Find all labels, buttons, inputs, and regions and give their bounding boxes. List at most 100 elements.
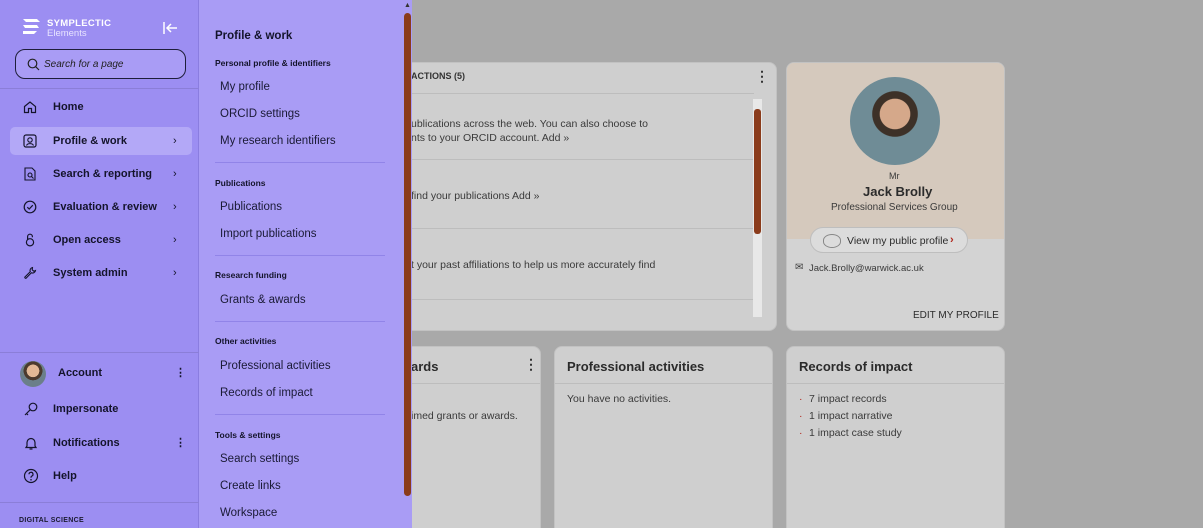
actions-header-divider [411, 93, 754, 94]
profile-icon [23, 134, 37, 148]
action-item-3[interactable]: t your past affiliations to help us more… [411, 259, 655, 271]
search-icon [27, 58, 40, 71]
grants-menu-button[interactable]: ⋮ [524, 356, 538, 373]
chevron-right-icon: › [950, 234, 954, 246]
impact-item[interactable]: 7 impact records [809, 393, 887, 405]
mail-icon: ✉ [795, 262, 804, 273]
flyout-link-professional-activities[interactable]: Professional activities [220, 360, 331, 372]
impact-bullet: · [799, 393, 803, 405]
actions-scrollbar[interactable] [753, 99, 762, 317]
flyout-link-create-links[interactable]: Create links [220, 480, 281, 492]
impact-item[interactable]: 1 impact narrative [809, 410, 892, 422]
records-of-impact-title: Records of impact [799, 359, 913, 374]
impact-bullet: · [799, 427, 803, 439]
flyout-link-my-research-identifiers[interactable]: My research identifiers [220, 135, 336, 147]
sidebar: SYMPLECTIC Elements Home Profile & work … [0, 0, 199, 528]
sidebar-item-open-access[interactable]: Open access › [10, 226, 192, 254]
avatar [20, 361, 46, 387]
check-circle-icon [23, 200, 37, 214]
sidebar-divider [0, 352, 199, 353]
edit-profile-link[interactable]: EDIT MY PROFILE [913, 310, 999, 321]
sidebar-divider [0, 502, 199, 503]
flyout-section-heading: Other activities [215, 336, 277, 346]
globe-icon [823, 234, 841, 248]
symplectic-logo-icon[interactable] [20, 17, 42, 37]
sidebar-item-label: Help [53, 470, 77, 482]
profile-card: Mr Jack Brolly Professional Services Gro… [786, 62, 1005, 331]
profile-name: Jack Brolly [863, 184, 933, 199]
bell-icon [24, 437, 38, 450]
home-icon [23, 101, 37, 114]
flyout-link-import-publications[interactable]: Import publications [220, 228, 317, 240]
flyout-link-grants-awards[interactable]: Grants & awards [220, 294, 306, 306]
flyout-link-records-of-impact[interactable]: Records of impact [220, 387, 313, 399]
help-icon [23, 468, 39, 484]
flyout-link-workspace[interactable]: Workspace [220, 507, 277, 519]
search-input[interactable] [44, 55, 179, 73]
flyout-section-heading: Personal profile & identifiers [215, 58, 331, 68]
flyout-section-heading: Tools & settings [215, 430, 281, 440]
profile-photo [850, 77, 940, 165]
impact-item[interactable]: 1 impact case study [809, 427, 902, 439]
profile-work-flyout: Profile & work Personal profile & identi… [199, 0, 402, 528]
wrench-icon [24, 266, 37, 279]
actions-menu-button[interactable]: ⋮ [755, 68, 769, 85]
flyout-divider [215, 162, 385, 163]
sidebar-item-label: Home [53, 101, 84, 113]
sidebar-item-label: Search & reporting [53, 168, 153, 180]
collapse-sidebar-icon[interactable] [162, 20, 178, 36]
sidebar-item-help[interactable]: Help [10, 462, 192, 490]
key-icon [24, 402, 38, 416]
sidebar-item-account[interactable]: Account ⋮ [10, 359, 192, 387]
sidebar-item-label: Account [58, 367, 102, 379]
notifications-menu-icon[interactable]: ⋮ [175, 436, 186, 449]
chevron-right-icon: › [173, 267, 177, 279]
action-divider [411, 228, 754, 229]
report-search-icon [24, 167, 36, 181]
logo-subtitle: Elements [47, 28, 87, 39]
flyout-divider [215, 414, 385, 415]
action-divider [411, 159, 754, 160]
impact-header-divider [787, 383, 1004, 384]
action-divider [411, 299, 754, 300]
flyout-link-orcid-settings[interactable]: ORCID settings [220, 108, 300, 120]
profile-email[interactable]: Jack.Brolly@warwick.ac.uk [809, 263, 924, 274]
flyout-section-heading: Publications [215, 178, 266, 188]
impact-bullet: · [799, 410, 803, 422]
sidebar-item-home[interactable]: Home [10, 93, 192, 121]
account-menu-icon[interactable]: ⋮ [175, 366, 186, 379]
sidebar-item-system-admin[interactable]: System admin › [10, 259, 192, 287]
professional-activities-card: Professional activities You have no acti… [554, 346, 773, 528]
flyout-scroll-thumb[interactable] [404, 13, 411, 496]
sidebar-item-label: Open access [53, 234, 121, 246]
chevron-right-icon: › [173, 234, 177, 246]
activities-empty-text: You have no activities. [567, 393, 672, 405]
sidebar-item-search-reporting[interactable]: Search & reporting › [10, 160, 192, 188]
open-access-icon [25, 233, 35, 247]
scroll-up-arrow-icon[interactable]: ▲ [404, 2, 411, 9]
sidebar-item-notifications[interactable]: Notifications ⋮ [10, 429, 192, 457]
page-search[interactable] [15, 49, 186, 79]
sidebar-divider [0, 88, 199, 89]
flyout-link-my-profile[interactable]: My profile [220, 81, 270, 93]
sidebar-item-impersonate[interactable]: Impersonate [10, 395, 192, 423]
actions-card: ACTIONS (5) ⋮ ublications across the web… [380, 62, 777, 331]
sidebar-item-label: System admin [53, 267, 128, 279]
sidebar-item-evaluation-review[interactable]: Evaluation & review › [10, 193, 192, 221]
view-public-profile-button[interactable]: View my public profile › [810, 227, 968, 253]
flyout-divider [215, 255, 385, 256]
records-of-impact-card: Records of impact · 7 impact records · 1… [786, 346, 1005, 528]
flyout-link-search-settings[interactable]: Search settings [220, 453, 299, 465]
chevron-right-icon: › [173, 135, 177, 147]
actions-scroll-thumb[interactable] [754, 109, 761, 234]
action-item-1-line2[interactable]: nts to your ORCID account. Add » [411, 132, 569, 144]
action-item-1-line1: ublications across the web. You can also… [411, 118, 648, 130]
profile-group: Professional Services Group [831, 202, 958, 213]
grants-empty-text: imed grants or awards. [411, 410, 518, 422]
action-item-2[interactable]: find your publications Add » [411, 190, 539, 202]
flyout-link-publications[interactable]: Publications [220, 201, 282, 213]
sidebar-item-profile-work[interactable]: Profile & work › [10, 127, 192, 155]
activities-header-divider [555, 383, 772, 384]
actions-card-title: ACTIONS (5) [411, 71, 465, 81]
view-public-profile-label: View my public profile [847, 235, 949, 247]
